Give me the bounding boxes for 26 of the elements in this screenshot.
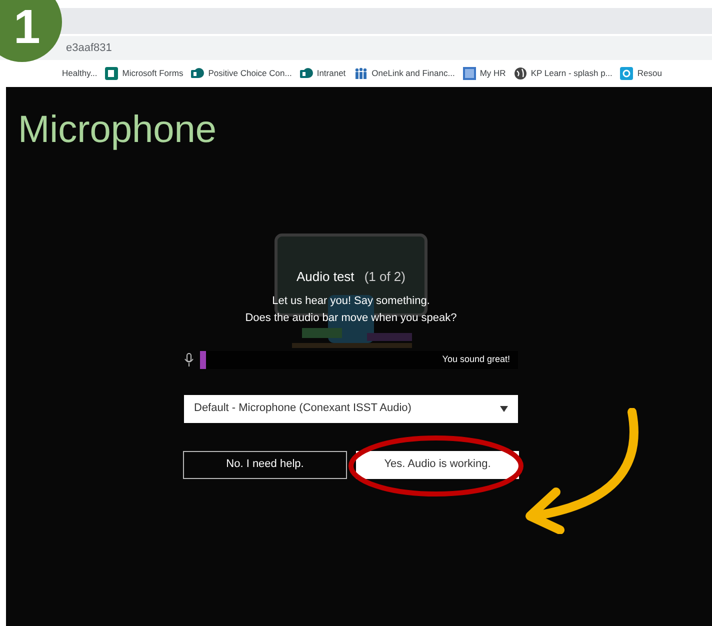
step-badge: 1 (0, 0, 62, 62)
microphone-icon (184, 352, 194, 366)
dropdown-caret-icon (500, 406, 508, 412)
bookmark[interactable]: Intranet (300, 67, 346, 80)
bookmark[interactable]: Positive Choice Con... (191, 67, 292, 80)
people-icon (354, 67, 368, 80)
meter-status: You sound great! (442, 352, 510, 366)
help-button[interactable]: No. I need help. (183, 450, 347, 478)
bookmark[interactable]: Healthy... (62, 67, 98, 80)
bookmark[interactable]: Microsoft Forms (105, 67, 184, 80)
address-bar[interactable]: e3aaf831 (66, 40, 112, 56)
bookmark[interactable]: KP Learn - splash p... (514, 67, 612, 80)
confirm-button[interactable]: Yes. Audio is working. (356, 450, 519, 478)
bookmark[interactable]: Resou (620, 67, 662, 80)
prompt-text: Let us hear you! Say something. (272, 294, 430, 308)
device-select[interactable]: Default - Microphone (Conexant ISST Audio) (184, 394, 518, 422)
dialog-title: Audio test (296, 268, 354, 286)
step-counter: (1 of 2) (364, 268, 406, 286)
globe-icon (514, 67, 527, 80)
page-title: Microphone (18, 111, 218, 149)
app-icon (620, 67, 634, 80)
badge-icon (462, 67, 476, 80)
bookmark[interactable]: OneLink and Financ... (354, 67, 455, 80)
bookmark[interactable]: My HR (462, 67, 506, 80)
forms-icon (105, 67, 118, 80)
prompt-text: Does the audio bar move when you speak? (245, 310, 457, 326)
